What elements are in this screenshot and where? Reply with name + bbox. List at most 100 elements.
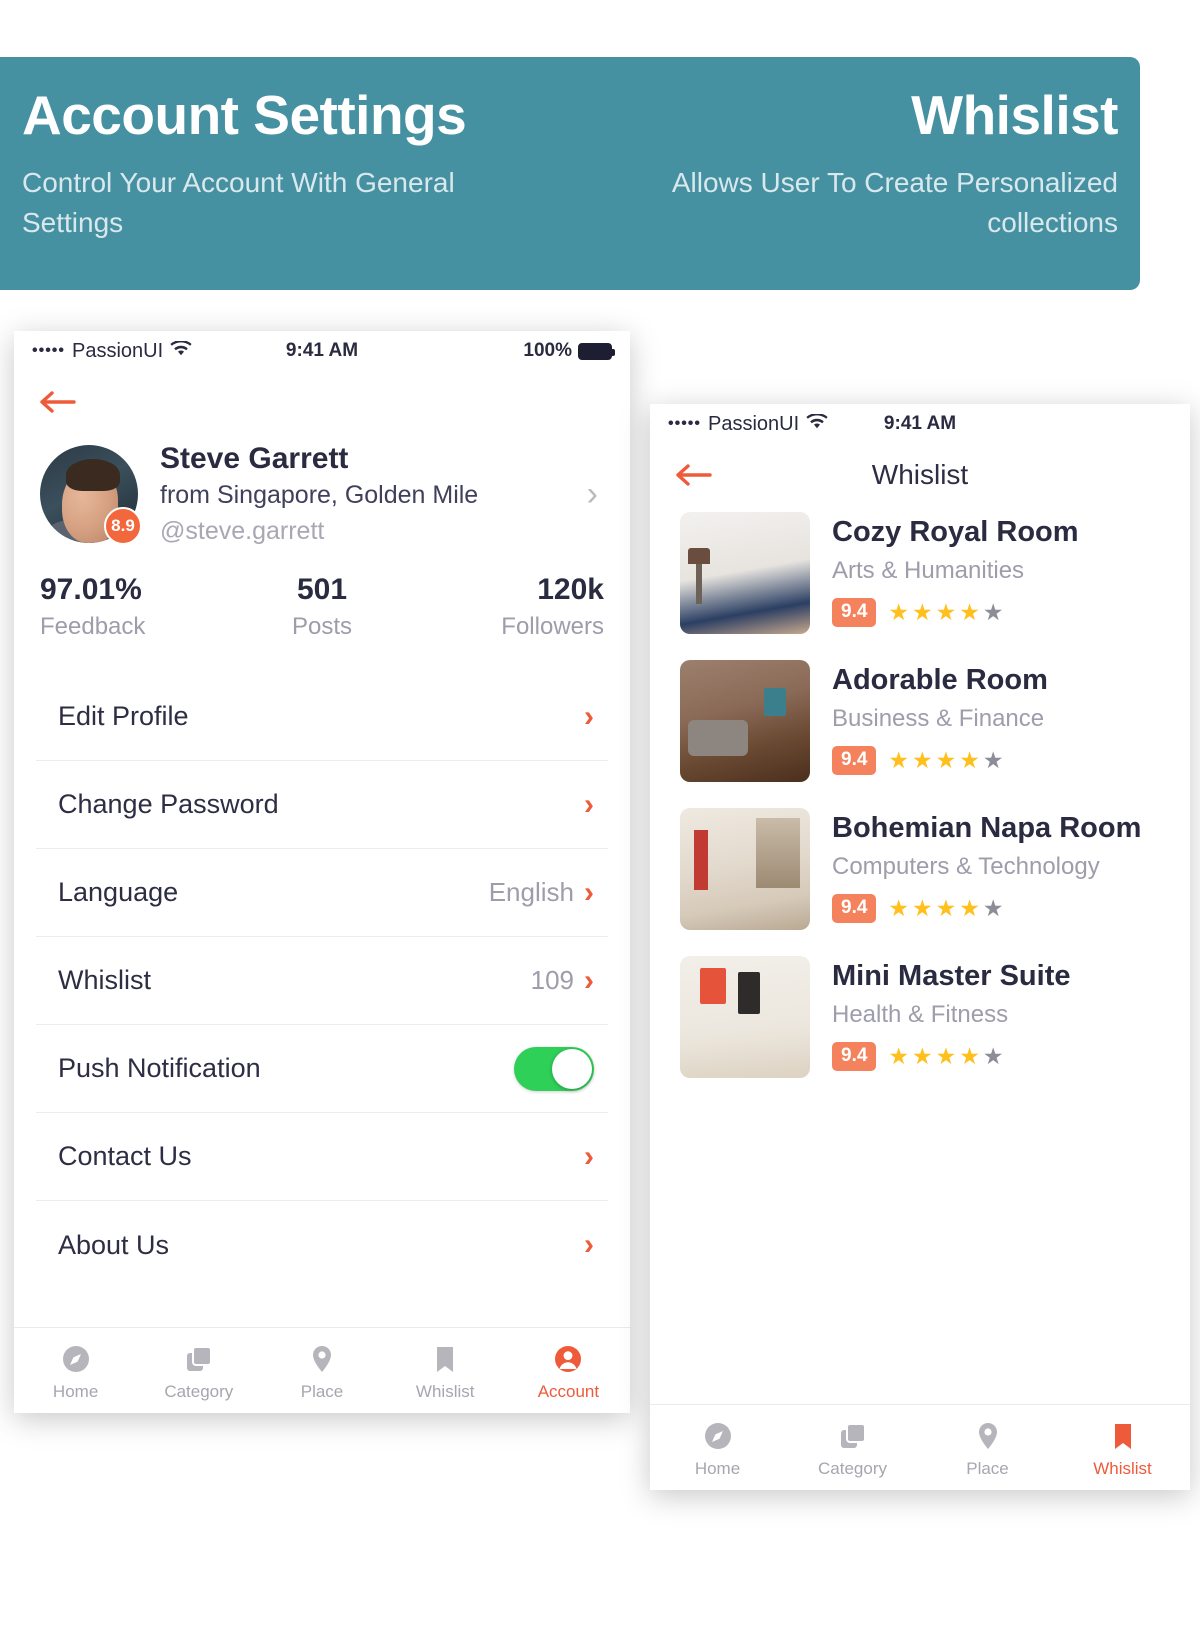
card-rating-row: 9.4 ★ ★ ★ ★ ★ (832, 1042, 1168, 1072)
tab-account[interactable]: Account (507, 1339, 630, 1402)
list-item[interactable]: Adorable Room Business & Finance 9.4 ★ ★… (680, 660, 1168, 782)
push-notification-toggle[interactable] (514, 1046, 594, 1091)
tab-home[interactable]: Home (14, 1339, 137, 1402)
status-bar-left: ••••• PassionUI (668, 412, 828, 436)
settings-row-label: About Us (58, 1229, 170, 1260)
card-meta: Cozy Royal Room Arts & Humanities 9.4 ★ … (832, 512, 1168, 634)
star-icon: ★ (888, 1043, 910, 1070)
tab-category[interactable]: Category (137, 1339, 260, 1402)
tab-label: Place (300, 1382, 344, 1401)
status-bar-right: 100% (523, 340, 615, 362)
star-icon: ★ (959, 1043, 980, 1070)
star-icon: ★ (982, 1043, 1004, 1070)
profile-location: from Singapore, Golden Mile (160, 481, 479, 509)
profile-chevron-icon[interactable]: › (587, 477, 604, 511)
banner-left-block: Account Settings Control Your Account Wi… (0, 57, 549, 244)
tab-label: Account (537, 1382, 600, 1401)
header-banner: Account Settings Control Your Account Wi… (0, 57, 1140, 290)
profile-name: Steve Garrett (160, 442, 349, 475)
stat-label: Followers (501, 613, 604, 640)
settings-row-label: Push Notification (58, 1053, 261, 1083)
pin-icon (260, 1339, 383, 1379)
banner-right-title: Whislist (911, 84, 1118, 146)
nav-bar (14, 371, 630, 433)
whislist-card-list: Cozy Royal Room Arts & Humanities 9.4 ★ … (650, 506, 1190, 1078)
settings-row-edit-profile[interactable]: Edit Profile › (36, 673, 608, 761)
card-meta: Bohemian Napa Room Computers & Technolog… (832, 808, 1168, 930)
phone-account-settings: ••••• PassionUI 9:41 AM 100% 8.9 Steve G… (14, 331, 630, 1413)
tab-home[interactable]: Home (650, 1416, 785, 1479)
card-title: Adorable Room (832, 664, 1048, 696)
stat-followers: 120k Followers (416, 573, 604, 641)
settings-row-about-us[interactable]: About Us › (36, 1201, 608, 1289)
star-icon: ★ (912, 747, 933, 774)
list-item[interactable]: Mini Master Suite Health & Fitness 9.4 ★… (680, 956, 1168, 1078)
tab-whislist[interactable]: Whislist (1055, 1416, 1190, 1479)
room-thumbnail (680, 956, 810, 1078)
star-icon: ★ (888, 599, 910, 626)
tab-label: Whislist (415, 1382, 475, 1401)
tab-label: Category (164, 1382, 234, 1401)
bookmark-icon (1055, 1416, 1190, 1456)
stat-value: 120k (537, 573, 604, 606)
tab-label: Home (694, 1459, 741, 1478)
chevron-right-icon: › (584, 699, 594, 733)
bottom-tab-bar: Home Category Place Whislist (14, 1327, 630, 1413)
banner-right-subtitle: Allows User To Create Personalized colle… (671, 166, 1118, 239)
star-icon: ★ (982, 895, 1004, 922)
list-item[interactable]: Bohemian Napa Room Computers & Technolog… (680, 808, 1168, 930)
rating-badge: 9.4 (832, 746, 877, 776)
status-bar-left: ••••• PassionUI (32, 339, 192, 363)
stat-label: Posts (291, 613, 353, 640)
settings-row-label: Change Password (58, 789, 279, 819)
card-rating-row: 9.4 ★ ★ ★ ★ ★ (832, 598, 1168, 628)
tab-label: Whislist (1093, 1459, 1152, 1478)
tab-place[interactable]: Place (920, 1416, 1055, 1479)
tab-category[interactable]: Category (785, 1416, 920, 1479)
status-bar: ••••• PassionUI 9:41 AM 100% (14, 331, 630, 371)
wifi-icon (170, 339, 192, 362)
back-arrow-icon[interactable] (38, 387, 78, 417)
star-rating: ★ ★ ★ ★ ★ (888, 749, 1003, 772)
carrier-label: PassionUI (708, 412, 800, 435)
banner-left-title: Account Settings (22, 84, 467, 146)
card-title: Bohemian Napa Room (832, 812, 1142, 844)
tab-place[interactable]: Place (260, 1339, 383, 1402)
banner-left-subtitle: Control Your Account With General Settin… (22, 166, 455, 239)
star-icon: ★ (959, 895, 980, 922)
settings-row-change-password[interactable]: Change Password › (36, 761, 608, 849)
profile-info: Steve Garrett from Singapore, Golden Mil… (160, 439, 565, 549)
wifi-icon (806, 412, 828, 435)
status-bar: ••••• PassionUI 9:41 AM (650, 404, 1190, 444)
settings-row-value: English (488, 877, 574, 907)
chevron-right-icon: › (584, 1228, 594, 1261)
nav-bar: Whislist (650, 444, 1190, 506)
card-meta: Adorable Room Business & Finance 9.4 ★ ★… (832, 660, 1168, 782)
chevron-right-icon: › (584, 875, 594, 909)
list-item[interactable]: Cozy Royal Room Arts & Humanities 9.4 ★ … (680, 512, 1168, 634)
signal-dots-icon: ••••• (668, 415, 702, 432)
signal-dots-icon: ••••• (32, 342, 66, 359)
stats-row: 97.01% Feedback 501 Posts 120k Followers (14, 549, 630, 651)
stat-label: Feedback (40, 613, 146, 640)
settings-row-push-notification[interactable]: Push Notification (36, 1025, 608, 1113)
tab-whislist[interactable]: Whislist (384, 1339, 507, 1402)
page-title: Whislist (871, 459, 969, 490)
settings-row-whislist[interactable]: Whislist 109 › (36, 937, 608, 1025)
card-category: Computers & Technology (832, 853, 1100, 881)
bottom-tab-bar: Home Category Place Whislist (650, 1404, 1190, 1490)
chevron-right-icon: › (584, 963, 594, 997)
battery-icon (578, 342, 615, 360)
card-title: Mini Master Suite (832, 960, 1071, 992)
layers-icon (137, 1339, 260, 1379)
star-icon: ★ (935, 1043, 957, 1070)
profile-row[interactable]: 8.9 Steve Garrett from Singapore, Golden… (14, 433, 630, 549)
star-icon: ★ (912, 599, 933, 626)
settings-row-language[interactable]: Language English › (36, 849, 608, 937)
card-category: Arts & Humanities (832, 557, 1025, 585)
compass-icon (14, 1339, 137, 1379)
rating-badge: 9.4 (832, 894, 877, 924)
settings-row-contact-us[interactable]: Contact Us › (36, 1113, 608, 1201)
poster-canvas: Account Settings Control Your Account Wi… (0, 0, 1200, 1650)
card-title: Cozy Royal Room (832, 516, 1079, 548)
